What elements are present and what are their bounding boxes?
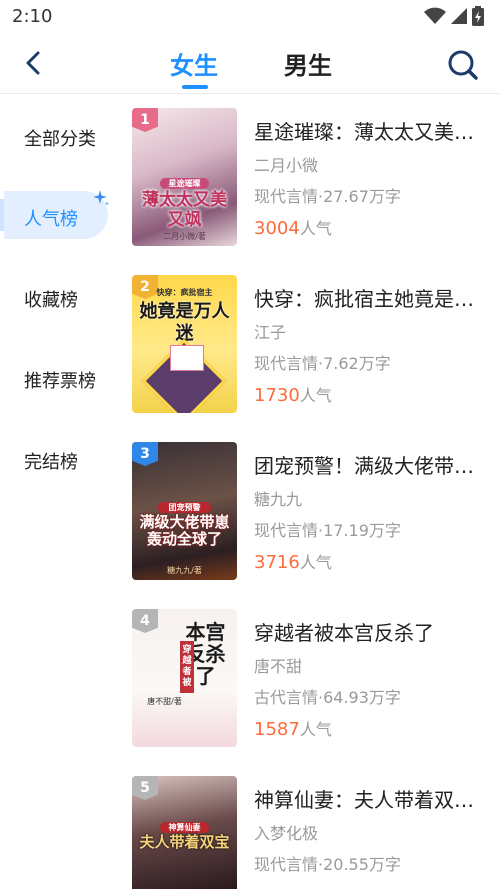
back-button[interactable]: [18, 48, 48, 78]
tab-female[interactable]: 女生: [170, 46, 218, 81]
book-meta: 现代言情·17.19万字: [254, 521, 401, 540]
rank-badge: 1: [132, 108, 158, 132]
book-author: 江子: [254, 323, 287, 342]
cover-subtitle: 团宠预警: [158, 502, 211, 513]
sidebar-item-favorites[interactable]: 收藏榜: [0, 272, 118, 320]
sidebar-item-label: 人气榜: [24, 209, 78, 230]
popularity-unit: 人气: [299, 386, 332, 405]
cover-title: 满级大佬带崽轰动全球了: [139, 513, 230, 548]
book-title: 穿越者被本宫反杀了: [254, 621, 434, 645]
active-indicator: [0, 199, 4, 231]
book-meta: 现代言情·20.55万字: [254, 855, 401, 874]
book-meta: 现代言情·7.62万字: [254, 354, 391, 373]
cover-title: 薄太太又美又飒: [142, 190, 227, 230]
wifi-icon: [424, 7, 446, 24]
book-cover[interactable]: 1 星途璀璨 薄太太又美又飒 二月小微/著: [132, 108, 237, 246]
status-bar: 2:10: [0, 0, 500, 34]
book-author: 糖九九: [254, 490, 303, 509]
popularity-unit: 人气: [299, 219, 332, 238]
book-word-count: 7.62万字: [323, 354, 391, 373]
book-author: 入梦化极: [254, 824, 319, 843]
sidebar-item-popularity[interactable]: 人气榜: [0, 190, 118, 239]
status-icons: [424, 6, 484, 26]
signal-icon: [451, 8, 467, 24]
rank-badge: 3: [132, 442, 158, 466]
popularity-count: 1587: [254, 719, 300, 740]
book-title: 快穿：疯批宿主她竟是…: [254, 287, 474, 311]
book-word-count: 20.55万字: [323, 855, 401, 874]
cover-subtitle: 星途璀璨: [160, 178, 209, 189]
rank-badge: 5: [132, 776, 158, 800]
cover-subtitle: 神算仙妻: [160, 822, 209, 833]
cover-author: 二月小微/著: [163, 232, 206, 241]
popularity-unit: 人气: [299, 720, 332, 739]
cover-subtitle: 穿越者被: [180, 641, 194, 693]
sidebar-item-all-categories[interactable]: 全部分类: [0, 111, 118, 159]
tab-active-indicator: [182, 85, 208, 89]
book-word-count: 64.93万字: [323, 688, 401, 707]
popularity-count: 3716: [254, 552, 300, 573]
sidebar-item-label: 收藏榜: [24, 290, 78, 311]
battery-icon: [472, 6, 484, 26]
book-popularity: 1730人气: [254, 382, 332, 406]
book-cover[interactable]: 4 本宫反杀了 穿越者被 唐不甜/著: [132, 609, 237, 747]
top-header: 女生 男生: [0, 34, 500, 94]
sidebar-item-label: 全部分类: [24, 129, 96, 150]
sidebar-item-label: 推荐票榜: [24, 371, 96, 392]
cover-author: 糖九九/著: [167, 566, 202, 575]
book-item[interactable]: 5 神算仙妻 夫人带着双宝 神算仙妻：夫人带着双… 入梦化极 现代言情·20.5…: [132, 776, 492, 889]
book-item[interactable]: 2 快穿：疯批宿主 她竟是万人迷 快穿：疯批宿主她竟是… 江子 现代言情·7.6…: [132, 275, 492, 415]
book-author: 唐不甜: [254, 657, 303, 676]
search-icon: [448, 50, 478, 80]
book-item[interactable]: 1 星途璀璨 薄太太又美又飒 二月小微/著 星途璀璨：薄太太又美… 二月小微 现…: [132, 108, 492, 248]
book-item[interactable]: 4 本宫反杀了 穿越者被 唐不甜/著 穿越者被本宫反杀了 唐不甜 古代言情·64…: [132, 609, 492, 749]
book-title: 星途璀璨：薄太太又美…: [254, 120, 474, 144]
book-genre: 现代言情: [254, 354, 319, 373]
book-popularity: 1587人气: [254, 716, 332, 740]
book-genre: 现代言情: [254, 855, 319, 874]
book-genre: 古代言情: [254, 688, 319, 707]
book-cover[interactable]: 2 快穿：疯批宿主 她竟是万人迷: [132, 275, 237, 413]
popularity-count: 3004: [254, 218, 300, 239]
popularity-count: 1730: [254, 385, 300, 406]
book-genre: 现代言情: [254, 521, 319, 540]
book-title: 神算仙妻：夫人带着双…: [254, 788, 474, 812]
cover-subtitle: 快穿：疯批宿主: [156, 287, 213, 297]
cover-title: 夫人带着双宝: [139, 833, 230, 851]
book-meta: 现代言情·27.67万字: [254, 187, 401, 206]
book-popularity: 3716人气: [254, 549, 332, 573]
status-time: 2:10: [12, 6, 53, 27]
book-genre: 现代言情: [254, 187, 319, 206]
sparkle-icon: [93, 190, 110, 206]
cover-author: 唐不甜/著: [147, 697, 182, 706]
book-author: 二月小微: [254, 156, 319, 175]
book-word-count: 17.19万字: [323, 521, 401, 540]
book-cover[interactable]: 5 神算仙妻 夫人带着双宝: [132, 776, 237, 889]
book-word-count: 27.67万字: [323, 187, 401, 206]
book-meta: 古代言情·64.93万字: [254, 688, 401, 707]
book-popularity: 3004人气: [254, 215, 332, 239]
sidebar-item-recommend-votes[interactable]: 推荐票榜: [0, 353, 118, 401]
book-item[interactable]: 3 团宠预警 满级大佬带崽轰动全球了 糖九九/著 团宠预警！满级大佬带… 糖九九…: [132, 442, 492, 582]
sidebar-item-label: 完结榜: [24, 452, 78, 473]
rank-badge: 4: [132, 609, 158, 633]
cover-card: [170, 345, 204, 371]
search-button[interactable]: [446, 48, 480, 82]
tab-male[interactable]: 男生: [284, 46, 332, 81]
popularity-unit: 人气: [299, 553, 332, 572]
book-title: 团宠预警！满级大佬带…: [254, 454, 474, 478]
chevron-left-icon: [26, 51, 40, 75]
category-sidebar: 全部分类 人气榜 收藏榜 推荐票榜 完结榜: [0, 95, 118, 889]
sidebar-item-completed[interactable]: 完结榜: [0, 434, 118, 482]
book-cover[interactable]: 3 团宠预警 满级大佬带崽轰动全球了 糖九九/著: [132, 442, 237, 580]
